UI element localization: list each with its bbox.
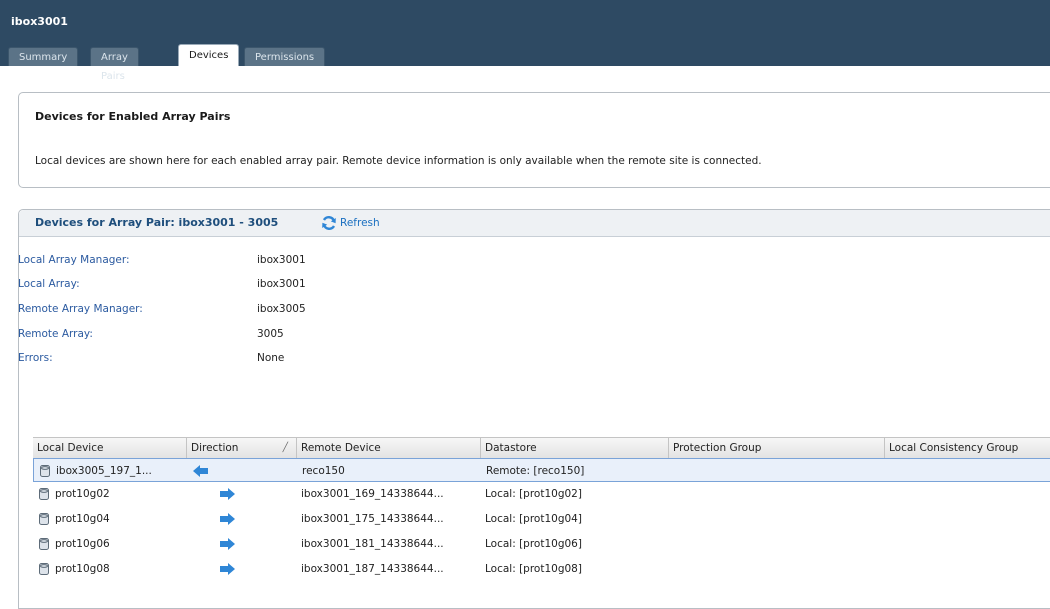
disk-icon bbox=[39, 538, 49, 550]
cell-local-device: ibox3005_197_1... bbox=[56, 465, 152, 477]
window-title: ibox3001 bbox=[11, 15, 68, 28]
arrow-right-icon bbox=[220, 563, 235, 575]
detail-label-local-array: Local Array: bbox=[18, 278, 80, 290]
column-remote-device[interactable]: Remote Device bbox=[297, 438, 481, 458]
enabled-array-pairs-panel: Devices for Enabled Array Pairs Local de… bbox=[18, 92, 1050, 188]
disk-icon bbox=[40, 465, 50, 477]
cell-remote-device: ibox3001_175_14338644... bbox=[301, 513, 444, 525]
detail-value-local-array-manager: ibox3001 bbox=[257, 254, 306, 266]
table-row[interactable]: prot10g06 ibox3001_181_14338644... Local… bbox=[33, 532, 1050, 556]
tab-array-pairs[interactable]: Array Pairs bbox=[90, 47, 139, 82]
detail-label-local-array-manager: Local Array Manager: bbox=[18, 254, 130, 266]
disk-icon bbox=[39, 488, 49, 500]
column-protection-group[interactable]: Protection Group bbox=[669, 438, 885, 458]
panel-heading: Devices for Array Pair: ibox3001 - 3005 bbox=[35, 216, 279, 229]
column-local-device[interactable]: Local Device bbox=[33, 438, 187, 458]
column-local-consistency-group[interactable]: Local Consistency Group bbox=[885, 438, 1050, 458]
cell-datastore: Local: [prot10g06] bbox=[485, 538, 582, 550]
refresh-button[interactable]: Refresh bbox=[321, 213, 380, 233]
cell-datastore: Local: [prot10g04] bbox=[485, 513, 582, 525]
sort-ascending-icon: ╱ bbox=[282, 443, 288, 453]
detail-value-remote-array-manager: ibox3005 bbox=[257, 303, 306, 315]
detail-label-remote-array-manager: Remote Array Manager: bbox=[18, 303, 143, 315]
cell-local-device: prot10g04 bbox=[55, 513, 110, 525]
cell-datastore: Local: [prot10g08] bbox=[485, 563, 582, 575]
table-row[interactable]: prot10g08 ibox3001_187_14338644... Local… bbox=[33, 557, 1050, 581]
detail-label-remote-array: Remote Array: bbox=[18, 328, 93, 340]
detail-value-remote-array: 3005 bbox=[257, 328, 284, 340]
column-direction[interactable]: Direction ╱ bbox=[187, 438, 297, 458]
arrow-left-icon bbox=[193, 465, 208, 477]
tab-summary[interactable]: Summary bbox=[8, 47, 79, 66]
cell-remote-device: ibox3001_187_14338644... bbox=[301, 563, 444, 575]
title-bar: ibox3001 Summary Array Pairs Devices Per… bbox=[0, 0, 1050, 82]
cell-datastore: Remote: [reco150] bbox=[486, 465, 585, 477]
cell-local-device: prot10g06 bbox=[55, 538, 110, 550]
detail-value-local-array: ibox3001 bbox=[257, 278, 306, 290]
disk-icon bbox=[39, 513, 49, 525]
detail-value-errors: None bbox=[257, 352, 285, 364]
table-row[interactable]: prot10g02 ibox3001_169_14338644... Local… bbox=[33, 482, 1050, 506]
tab-devices[interactable]: Devices bbox=[178, 44, 240, 66]
panel-header: Devices for Array Pair: ibox3001 - 3005 … bbox=[19, 210, 1050, 237]
disk-icon bbox=[39, 563, 49, 575]
section-description: Local devices are shown here for each en… bbox=[35, 155, 762, 167]
refresh-icon bbox=[322, 216, 336, 230]
section-heading: Devices for Enabled Array Pairs bbox=[35, 110, 231, 123]
column-datastore[interactable]: Datastore bbox=[481, 438, 669, 458]
arrow-right-icon bbox=[220, 538, 235, 550]
arrow-right-icon bbox=[220, 513, 235, 525]
cell-local-device: prot10g02 bbox=[55, 488, 110, 500]
cell-local-device: prot10g08 bbox=[55, 563, 110, 575]
cell-datastore: Local: [prot10g02] bbox=[485, 488, 582, 500]
table-row[interactable]: prot10g04 ibox3001_175_14338644... Local… bbox=[33, 507, 1050, 531]
table-row[interactable]: ibox3005_197_1... reco150 Remote: [reco1… bbox=[33, 458, 1050, 482]
arrow-right-icon bbox=[220, 488, 235, 500]
detail-label-errors: Errors: bbox=[18, 352, 53, 364]
devices-table-header: Local Device Direction ╱ Remote Device Da… bbox=[33, 437, 1050, 459]
tab-permissions[interactable]: Permissions bbox=[244, 47, 326, 66]
refresh-label: Refresh bbox=[340, 217, 380, 229]
column-direction-label: Direction bbox=[191, 442, 239, 454]
cell-remote-device: ibox3001_169_14338644... bbox=[301, 488, 444, 500]
cell-remote-device: reco150 bbox=[302, 465, 345, 477]
cell-remote-device: ibox3001_181_14338644... bbox=[301, 538, 444, 550]
